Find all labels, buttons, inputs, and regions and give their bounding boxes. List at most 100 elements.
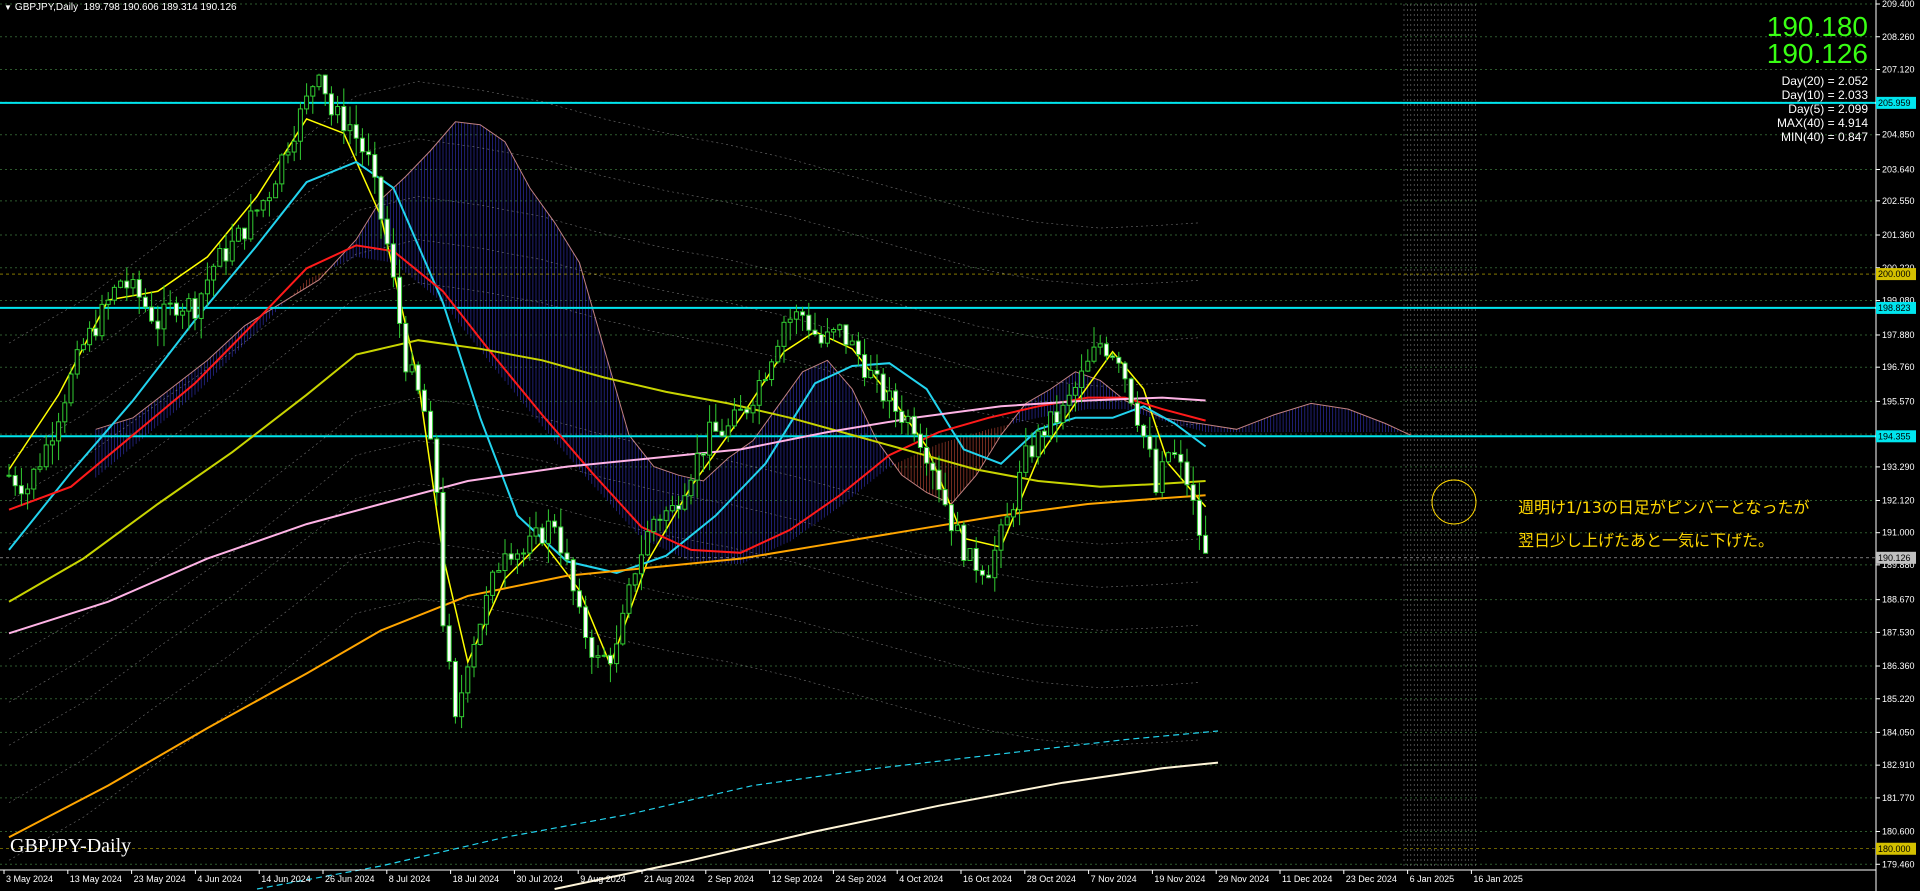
candle-body bbox=[998, 524, 1004, 551]
candle-body bbox=[173, 302, 179, 316]
hline-price-label: 198.823 bbox=[1878, 303, 1911, 313]
price-chart[interactable]: 209.400208.260207.120205.980204.850203.6… bbox=[0, 0, 1920, 891]
y-tick-label: 193.290 bbox=[1882, 462, 1915, 472]
candle-body bbox=[924, 447, 930, 464]
candle-body bbox=[831, 328, 837, 333]
y-tick-label: 204.850 bbox=[1882, 130, 1915, 140]
y-tick-label: 192.120 bbox=[1882, 496, 1915, 506]
y-tick-label: 181.770 bbox=[1882, 793, 1915, 803]
candle-body bbox=[18, 485, 24, 495]
candle-body bbox=[849, 340, 855, 346]
candle-body bbox=[353, 124, 359, 139]
candle-body bbox=[291, 140, 297, 153]
candle-body bbox=[130, 279, 136, 289]
stat-day20: Day(20) = 2.052 bbox=[1781, 74, 1868, 88]
candle-body bbox=[43, 444, 49, 468]
x-tick-label: 11 Dec 2024 bbox=[1282, 874, 1332, 884]
candle-body bbox=[948, 504, 954, 532]
candle-body bbox=[601, 654, 607, 657]
y-tick-label: 208.260 bbox=[1882, 32, 1915, 42]
candle-body bbox=[545, 520, 551, 544]
ask-price: 190.126 bbox=[1766, 38, 1868, 69]
candle-body bbox=[235, 227, 241, 242]
x-tick-label: 13 May 2024 bbox=[70, 874, 122, 884]
candle-body bbox=[421, 389, 427, 412]
candle-body bbox=[459, 692, 465, 718]
candle-body bbox=[570, 559, 576, 592]
x-tick-label: 14 Jun 2024 bbox=[261, 874, 311, 884]
candle-body bbox=[1097, 343, 1103, 348]
level-price-label: 180.000 bbox=[1878, 844, 1911, 854]
candle-body bbox=[855, 340, 861, 356]
x-tick-label: 23 May 2024 bbox=[134, 874, 186, 884]
candle-body bbox=[105, 299, 111, 305]
candle-body bbox=[973, 548, 979, 571]
candle-body bbox=[359, 137, 365, 153]
candle-body bbox=[266, 197, 272, 202]
candle-body bbox=[1041, 430, 1047, 437]
candle-body bbox=[167, 302, 173, 305]
chart-menu-icon[interactable]: ▼ bbox=[4, 3, 12, 12]
candle-body bbox=[899, 410, 905, 423]
hline-price-label: 194.355 bbox=[1878, 431, 1911, 441]
candle-body bbox=[428, 410, 434, 440]
candle-body bbox=[1035, 430, 1041, 458]
candle-body bbox=[217, 248, 223, 267]
stat-day10: Day(10) = 2.033 bbox=[1781, 88, 1868, 102]
candle-body bbox=[285, 151, 291, 156]
x-tick-label: 16 Oct 2024 bbox=[963, 874, 1012, 884]
candle-body bbox=[62, 402, 68, 423]
candle-body bbox=[1004, 516, 1010, 526]
candle-body bbox=[211, 265, 217, 281]
candle-body bbox=[651, 518, 657, 533]
symbol-label: GBPJPY,Daily bbox=[14, 2, 79, 13]
stat-max40: MAX(40) = 4.914 bbox=[1776, 116, 1868, 130]
candle-body bbox=[310, 86, 316, 97]
candle-body bbox=[378, 176, 384, 220]
candle-body bbox=[583, 606, 589, 639]
candle-body bbox=[465, 666, 471, 694]
candle-body bbox=[273, 183, 279, 199]
candle-body bbox=[403, 322, 409, 373]
x-tick-label: 9 Aug 2024 bbox=[580, 874, 626, 884]
candle-body bbox=[1085, 360, 1091, 372]
candle-body bbox=[589, 637, 595, 658]
bid-price: 190.180 bbox=[1766, 11, 1868, 42]
candle-body bbox=[1010, 509, 1016, 518]
x-tick-label: 4 Oct 2024 bbox=[899, 874, 943, 884]
candle-body bbox=[390, 243, 396, 278]
candle-body bbox=[564, 552, 570, 561]
candle-body bbox=[136, 279, 142, 298]
candle-body bbox=[316, 74, 322, 88]
candle-body bbox=[1165, 452, 1171, 463]
candle-body bbox=[80, 344, 86, 351]
candle-body bbox=[1122, 362, 1128, 380]
candle-body bbox=[1147, 435, 1153, 450]
candle-body bbox=[979, 569, 985, 576]
candle-body bbox=[223, 248, 229, 262]
level-price-label: 190.126 bbox=[1878, 553, 1911, 563]
y-tick-label: 186.360 bbox=[1882, 661, 1915, 671]
candle-body bbox=[56, 421, 62, 442]
candle-body bbox=[304, 95, 310, 110]
candle-body bbox=[49, 440, 55, 446]
candle-body bbox=[1159, 461, 1165, 493]
candle-body bbox=[161, 303, 167, 330]
candle-body bbox=[1196, 499, 1202, 536]
candle-body bbox=[124, 280, 130, 289]
candle-body bbox=[694, 453, 700, 481]
candle-body bbox=[812, 329, 818, 335]
candle-body bbox=[502, 553, 508, 571]
candle-body bbox=[917, 433, 923, 449]
candle-body bbox=[738, 408, 744, 411]
candle-body bbox=[254, 209, 260, 212]
candle-body bbox=[297, 108, 303, 142]
candle-body bbox=[496, 569, 502, 573]
candle-body bbox=[769, 361, 775, 381]
candle-body bbox=[527, 535, 533, 554]
stat-min40: MIN(40) = 0.847 bbox=[1780, 130, 1868, 144]
candle-body bbox=[347, 124, 353, 132]
candle-body bbox=[322, 74, 328, 95]
candle-body bbox=[1184, 461, 1190, 486]
candle-body bbox=[6, 474, 12, 477]
